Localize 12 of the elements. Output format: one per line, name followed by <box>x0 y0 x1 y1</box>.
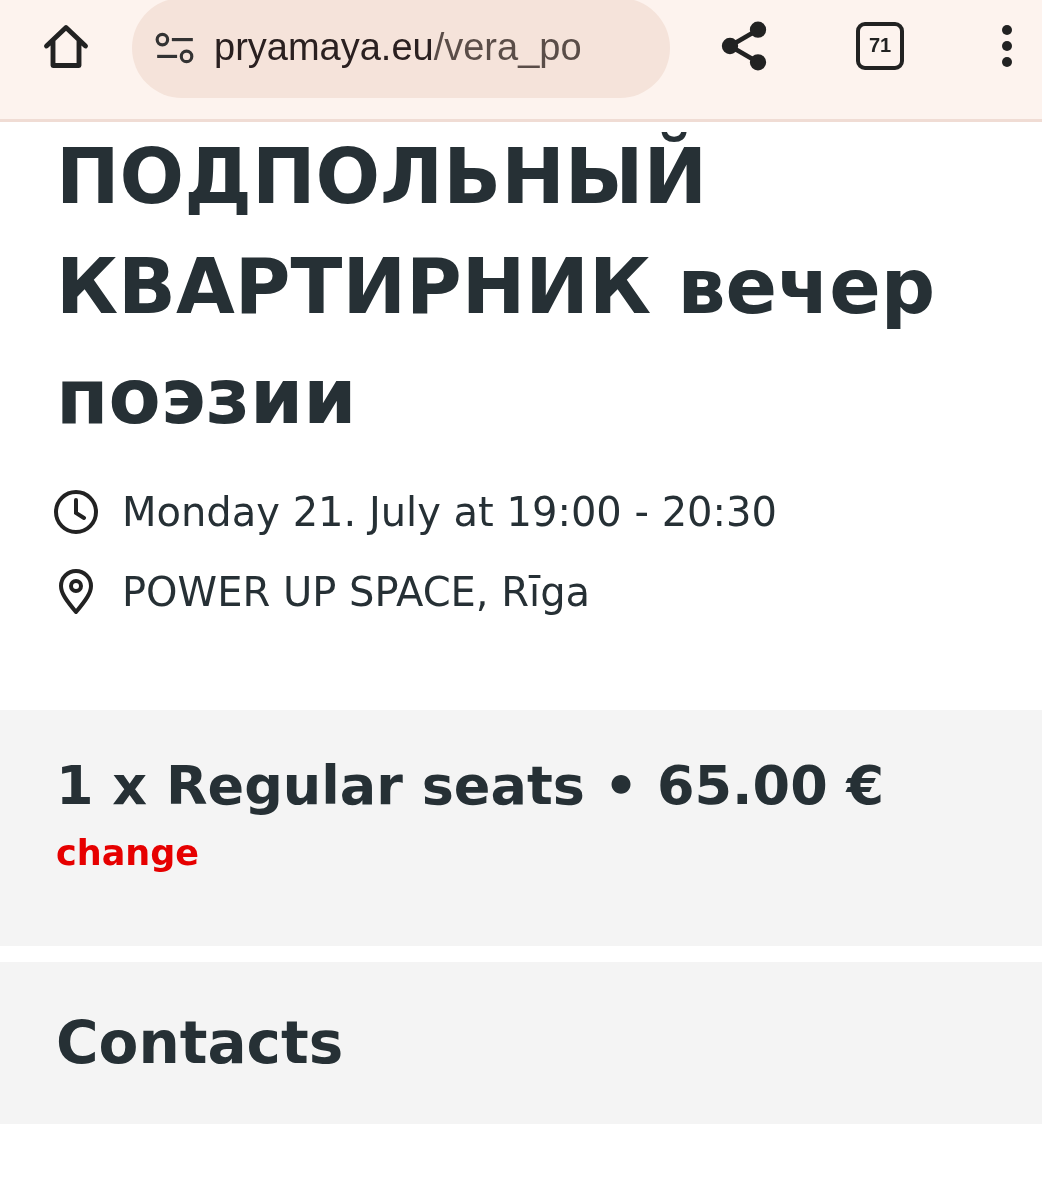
clock-icon <box>52 488 100 536</box>
event-location: POWER UP SPACE, Rīga <box>122 569 591 615</box>
contacts-heading: Contacts <box>56 1009 344 1077</box>
change-link[interactable]: change <box>56 833 199 873</box>
tab-count-button[interactable]: 71 <box>856 21 904 70</box>
event-datetime: Monday 21. July at 19:00 - 20:30 <box>122 489 777 535</box>
url-path: /vera_po <box>433 26 582 68</box>
event-title: ПОДПОЛЬНЫЙ КВАРТИРНИК вечер поэзии <box>56 131 937 443</box>
ticket-summary: 1 x Regular seats • 65.00 € <box>56 754 886 817</box>
address-bar[interactable]: pryamaya.eu/vera_po <box>132 0 670 98</box>
site-settings-icon[interactable] <box>154 31 196 64</box>
url-domain: pryamaya.eu <box>214 26 434 68</box>
